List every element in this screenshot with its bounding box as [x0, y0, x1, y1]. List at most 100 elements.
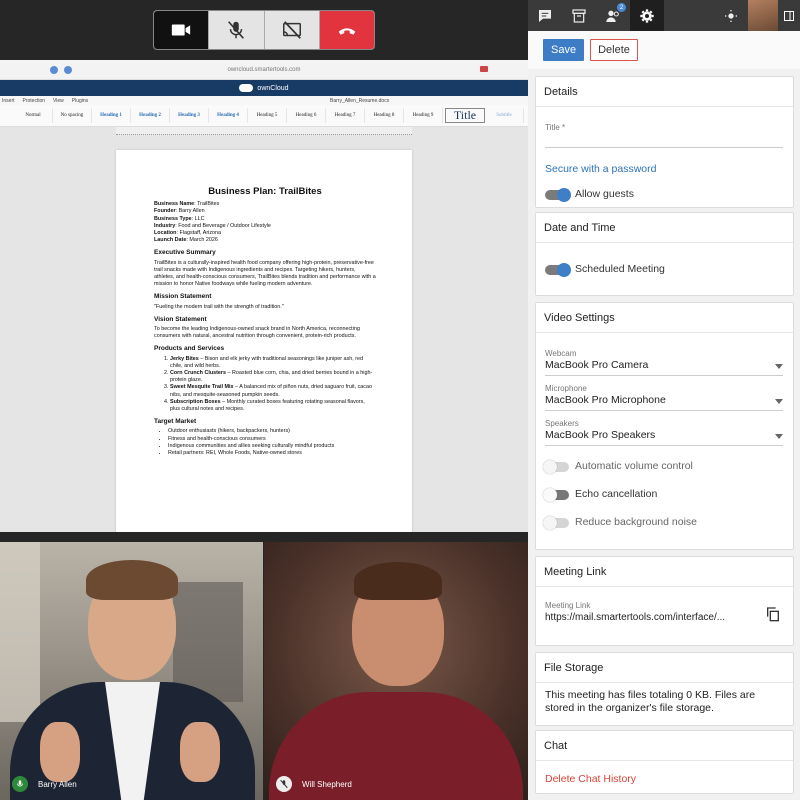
details-header: Details	[536, 77, 793, 107]
scheduled-meeting-toggle[interactable]	[545, 263, 571, 277]
style-heading-4: Heading 4	[209, 108, 248, 123]
sidebar-toggle-button[interactable]	[778, 10, 800, 22]
theme-toggle-button[interactable]	[714, 0, 748, 31]
cloud-logo-icon	[239, 84, 254, 92]
microphone-underline	[545, 410, 783, 411]
settings-icon	[640, 8, 654, 23]
speakers-underline	[545, 445, 783, 446]
microphone-muted-icon	[228, 21, 245, 39]
copy-icon	[767, 607, 779, 622]
owncloud-brand: ownCloud	[257, 84, 289, 92]
avatar[interactable]	[748, 0, 778, 31]
participant-hand	[40, 722, 80, 782]
secure-password-link[interactable]: Secure with a password	[545, 163, 656, 175]
background-window	[0, 542, 40, 722]
vision-heading: Vision Statement	[154, 315, 207, 323]
participant-tile-will[interactable]: Will Shepherd	[264, 542, 528, 800]
editor-menu-bar: Insert Protection View Plugins Barry_All…	[0, 96, 528, 105]
delete-button[interactable]: Delete	[590, 39, 638, 61]
participant-tile-barry[interactable]: Barry Allen	[0, 542, 263, 800]
webcam-select[interactable]: MacBook Pro Camera	[545, 359, 648, 371]
participant-nametag: Barry Allen	[12, 776, 77, 792]
chat-icon	[539, 9, 551, 22]
settings-tab[interactable]	[630, 0, 664, 31]
archive-tab[interactable]	[562, 0, 596, 31]
market-list: Outdoor enthusiasts (hikers, backpackers…	[154, 428, 376, 457]
hang-up-button[interactable]	[319, 11, 374, 49]
list-item: Sweet Mesquite Trail Mix – A balanced mi…	[170, 384, 376, 398]
participant-name: Will Shepherd	[302, 779, 352, 789]
list-item: Fitness and health-conscious consumers	[168, 436, 376, 443]
meeting-link-card: Meeting Link Meeting Link https://mail.s…	[535, 556, 794, 646]
document-name: Barry_Allen_Resume.docx	[330, 98, 390, 104]
microphone-label: Microphone	[545, 384, 587, 393]
list-item: Corn Crunch Clusters – Roasted blue corn…	[170, 370, 376, 384]
style-heading-1: Heading 1	[92, 108, 131, 123]
chat-card: Chat Delete Chat History	[535, 730, 794, 794]
file-storage-card: File Storage This meeting has files tota…	[535, 652, 794, 726]
title-input[interactable]	[545, 147, 783, 148]
delete-chat-history-link[interactable]: Delete Chat History	[545, 773, 636, 785]
noise-reduction-label: Reduce background noise	[575, 516, 698, 528]
mission-heading: Mission Statement	[154, 293, 212, 301]
webcam-label: Webcam	[545, 349, 577, 358]
list-item: Outdoor enthusiasts (hikers, backpackers…	[168, 428, 376, 435]
participant-hair	[86, 560, 178, 600]
microphone-select[interactable]: MacBook Pro Microphone	[545, 394, 666, 406]
webcam-underline	[545, 375, 783, 376]
meeting-stage: owncloud.smartertools.com ownCloud Inser…	[0, 0, 528, 800]
ruler	[116, 127, 412, 135]
panel-toolbar: 2	[528, 0, 800, 31]
owncloud-header: ownCloud	[0, 80, 528, 96]
screen-share-off-icon	[282, 21, 301, 39]
products-list: Jerky Bites – Bison and elk jerky with t…	[154, 356, 376, 414]
menu-insert: Insert	[2, 97, 15, 104]
participant-hand	[180, 722, 220, 782]
chevron-down-icon	[775, 399, 783, 404]
microphone-toggle-button[interactable]	[209, 11, 265, 49]
screen-share-toggle-button[interactable]	[264, 11, 320, 49]
archive-icon	[572, 8, 586, 23]
market-heading: Target Market	[154, 418, 197, 426]
list-item: Indigenous communities and allies seekin…	[168, 443, 376, 450]
participant-nametag: Will Shepherd	[276, 776, 352, 792]
noise-reduction-toggle[interactable]	[543, 516, 569, 530]
call-controls	[153, 10, 375, 50]
camera-toggle-button[interactable]	[154, 11, 210, 49]
document-page: Business Plan: TrailBites Business Name:…	[116, 150, 412, 532]
echo-cancellation-toggle[interactable]	[543, 488, 569, 502]
automatic-volume-label: Automatic volume control	[575, 460, 693, 472]
meeting-settings-panel: 2 Save Delete Details Title * Secure wit…	[528, 0, 800, 800]
browser-shield-icon	[50, 66, 72, 74]
file-storage-header: File Storage	[536, 653, 793, 683]
allow-guests-label: Allow guests	[575, 188, 634, 200]
style-normal: Normal	[14, 108, 53, 123]
participants-tab[interactable]: 2	[596, 0, 630, 31]
save-button[interactable]: Save	[543, 39, 585, 61]
video-settings-card: Video Settings Webcam MacBook Pro Camera…	[535, 302, 794, 550]
exec-summary-text: TrailBites is a culturally-inspired heal…	[154, 259, 376, 288]
style-no-spacing: No spacing	[53, 108, 92, 123]
field-launch-date: Launch Date: March 2026	[154, 237, 218, 244]
speakers-label: Speakers	[545, 419, 579, 428]
meeting-link-value[interactable]: https://mail.smartertools.com/interface/…	[545, 612, 763, 623]
automatic-volume-toggle[interactable]	[543, 460, 569, 474]
allow-guests-toggle[interactable]	[545, 188, 571, 202]
field-business-name: Business Name: TrailBites	[154, 201, 220, 208]
participant-name: Barry Allen	[38, 779, 77, 789]
brightness-icon	[725, 9, 737, 22]
menu-plugins: Plugins	[71, 97, 89, 104]
hang-up-icon	[338, 28, 356, 35]
copy-link-button[interactable]	[765, 606, 781, 627]
chat-tab[interactable]	[528, 0, 562, 31]
speakers-select[interactable]: MacBook Pro Speakers	[545, 429, 655, 441]
mission-text: "Fueling the modern trail with the stren…	[154, 303, 284, 310]
style-heading-5: Heading 5	[248, 108, 287, 123]
style-heading-2: Heading 2	[131, 108, 170, 123]
date-time-header: Date and Time	[536, 213, 793, 243]
list-item: Subscription Boxes – Monthly curated box…	[170, 399, 376, 413]
style-heading-6: Heading 6	[287, 108, 326, 123]
file-storage-text: This meeting has files totaling 0 KB. Fi…	[545, 689, 756, 714]
scheduled-meeting-label: Scheduled Meeting	[575, 263, 665, 275]
browser-url-bar: owncloud.smartertools.com	[0, 60, 528, 80]
